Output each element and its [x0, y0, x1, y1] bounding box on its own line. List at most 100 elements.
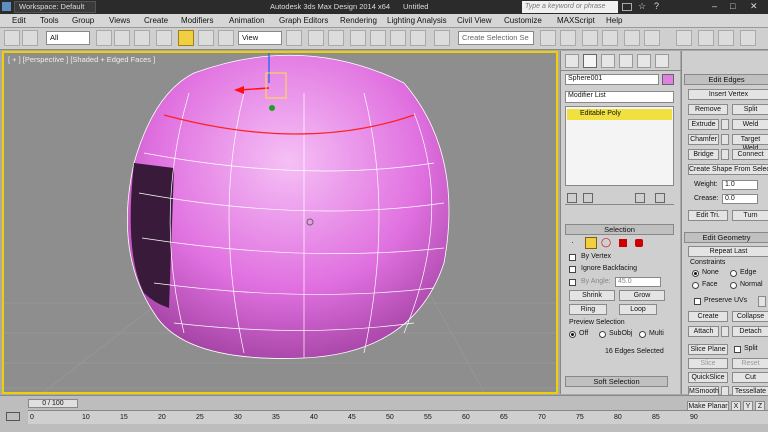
repeat-last-button[interactable]: Repeat Last: [688, 246, 768, 257]
cut-button[interactable]: Cut: [732, 372, 768, 383]
keyboard-shortcut-icon[interactable]: [328, 30, 344, 46]
menu-group[interactable]: Group: [72, 16, 94, 25]
object-color-swatch[interactable]: [662, 74, 674, 85]
polygon-mode-icon[interactable]: [619, 239, 627, 247]
selection-region-icon[interactable]: [134, 30, 150, 46]
menu-tools[interactable]: Tools: [40, 16, 59, 25]
help-icon[interactable]: ?: [654, 1, 659, 11]
curve-editor-icon[interactable]: [624, 30, 640, 46]
constraint-none-radio[interactable]: [692, 270, 699, 277]
chamfer-button[interactable]: Chamfer: [688, 134, 719, 145]
quickslice-button[interactable]: QuickSlice: [688, 372, 728, 383]
star-icon[interactable]: ☆: [638, 1, 646, 12]
soft-selection-rollout-header[interactable]: Soft Selection: [565, 376, 668, 387]
attach-list-button[interactable]: [721, 326, 729, 337]
pin-stack-icon[interactable]: [567, 193, 577, 203]
ring-button[interactable]: Ring: [569, 304, 607, 315]
rotate-icon[interactable]: [198, 30, 214, 46]
hierarchy-tab-icon[interactable]: [601, 54, 615, 68]
perspective-viewport[interactable]: [ + ] [Perspective ] [Shaded + Edged Fac…: [2, 51, 558, 394]
mini-curve-editor-icon[interactable]: [6, 412, 20, 421]
attach-button[interactable]: Attach: [688, 326, 719, 337]
extrude-settings-button[interactable]: [721, 119, 729, 130]
border-mode-icon[interactable]: ◯: [601, 237, 611, 248]
graphite-ribbon-icon[interactable]: [602, 30, 618, 46]
spinner-snap-icon[interactable]: [410, 30, 426, 46]
menu-edit[interactable]: Edit: [12, 16, 26, 25]
detach-button[interactable]: Detach: [732, 326, 768, 337]
select-by-name-icon[interactable]: [114, 30, 130, 46]
preview-off-radio[interactable]: [569, 331, 576, 338]
extrude-button[interactable]: Extrude: [688, 119, 719, 130]
menu-modifiers[interactable]: Modifiers: [181, 16, 213, 25]
menu-animation[interactable]: Animation: [229, 16, 265, 25]
menu-civil-view[interactable]: Civil View: [457, 16, 492, 25]
shrink-button[interactable]: Shrink: [569, 290, 615, 301]
material-editor-icon[interactable]: [676, 30, 692, 46]
weight-input[interactable]: 1.0: [722, 180, 758, 190]
angle-snap-icon[interactable]: [370, 30, 386, 46]
modify-tab-icon[interactable]: [583, 54, 597, 68]
preserve-uvs-settings-button[interactable]: [758, 296, 766, 307]
selection-rollout-header[interactable]: Selection: [565, 224, 674, 235]
turn-button[interactable]: Turn: [732, 210, 768, 221]
render-teapot-icon[interactable]: [740, 30, 756, 46]
insert-vertex-button[interactable]: Insert Vertex: [688, 89, 768, 100]
menu-rendering[interactable]: Rendering: [340, 16, 377, 25]
scale-icon[interactable]: [218, 30, 234, 46]
named-selection-set-input[interactable]: Create Selection Se: [458, 31, 534, 45]
menu-graph-editors[interactable]: Graph Editors: [279, 16, 328, 25]
move-icon[interactable]: [178, 30, 194, 46]
reference-coordinate-dropdown[interactable]: View: [238, 31, 282, 45]
snaps-toggle-icon[interactable]: [350, 30, 366, 46]
chamfer-settings-button[interactable]: [721, 134, 729, 145]
crease-input[interactable]: 0.0: [722, 194, 758, 204]
vertex-mode-icon[interactable]: ·: [571, 237, 574, 247]
connect-button[interactable]: Connect: [732, 149, 768, 160]
search-input[interactable]: Type a keyword or phrase: [522, 1, 618, 13]
preview-subobj-radio[interactable]: [599, 331, 606, 338]
preview-multi-radio[interactable]: [639, 331, 646, 338]
constraint-face-radio[interactable]: [692, 282, 699, 289]
workspace-dropdown[interactable]: Workspace: Default: [14, 1, 96, 13]
bridge-settings-button[interactable]: [721, 149, 729, 160]
render-setup-icon[interactable]: [698, 30, 714, 46]
align-icon[interactable]: [560, 30, 576, 46]
time-slider[interactable]: 0 / 100: [28, 399, 78, 408]
minimize-icon[interactable]: –: [712, 1, 717, 11]
binoculars-icon[interactable]: [622, 3, 632, 11]
menu-views[interactable]: Views: [109, 16, 130, 25]
menu-maxscript[interactable]: MAXScript: [557, 16, 595, 25]
create-shape-button[interactable]: Create Shape From Selection: [688, 164, 768, 175]
app-icon[interactable]: [2, 2, 11, 11]
track-bar[interactable]: 0 10 15 20 25 30 35 40 45 50 55 60 65 70…: [28, 410, 768, 424]
window-crossing-icon[interactable]: [156, 30, 172, 46]
pivot-center-icon[interactable]: [286, 30, 302, 46]
reset-plane-button[interactable]: Reset Plane: [732, 358, 768, 369]
configure-sets-icon[interactable]: [655, 193, 665, 203]
edit-edges-rollout-header[interactable]: Edit Edges: [684, 74, 768, 85]
by-vertex-checkbox[interactable]: [569, 254, 576, 261]
ignore-backfacing-checkbox[interactable]: [569, 266, 576, 273]
menu-help[interactable]: Help: [606, 16, 622, 25]
menu-lighting-analysis[interactable]: Lighting Analysis: [387, 16, 447, 25]
loop-button[interactable]: Loop: [619, 304, 657, 315]
maximize-icon[interactable]: □: [730, 1, 735, 11]
motion-tab-icon[interactable]: [619, 54, 633, 68]
remove-modifier-icon[interactable]: [635, 193, 645, 203]
by-angle-input[interactable]: 45.0: [615, 277, 661, 287]
preserve-uvs-checkbox[interactable]: [694, 298, 701, 305]
create-tab-icon[interactable]: [565, 54, 579, 68]
select-object-icon[interactable]: [96, 30, 112, 46]
split-button[interactable]: Split: [732, 104, 768, 115]
menu-customize[interactable]: Customize: [504, 16, 542, 25]
create-button[interactable]: Create: [688, 311, 728, 322]
slice-plane-button[interactable]: Slice Plane: [688, 344, 728, 355]
percent-snap-icon[interactable]: [390, 30, 406, 46]
grow-button[interactable]: Grow: [619, 290, 665, 301]
split-checkbox[interactable]: [734, 346, 741, 353]
selection-filter-dropdown[interactable]: All: [46, 31, 90, 45]
menu-create[interactable]: Create: [144, 16, 168, 25]
display-tab-icon[interactable]: [637, 54, 651, 68]
edge-mode-icon[interactable]: [585, 237, 597, 249]
